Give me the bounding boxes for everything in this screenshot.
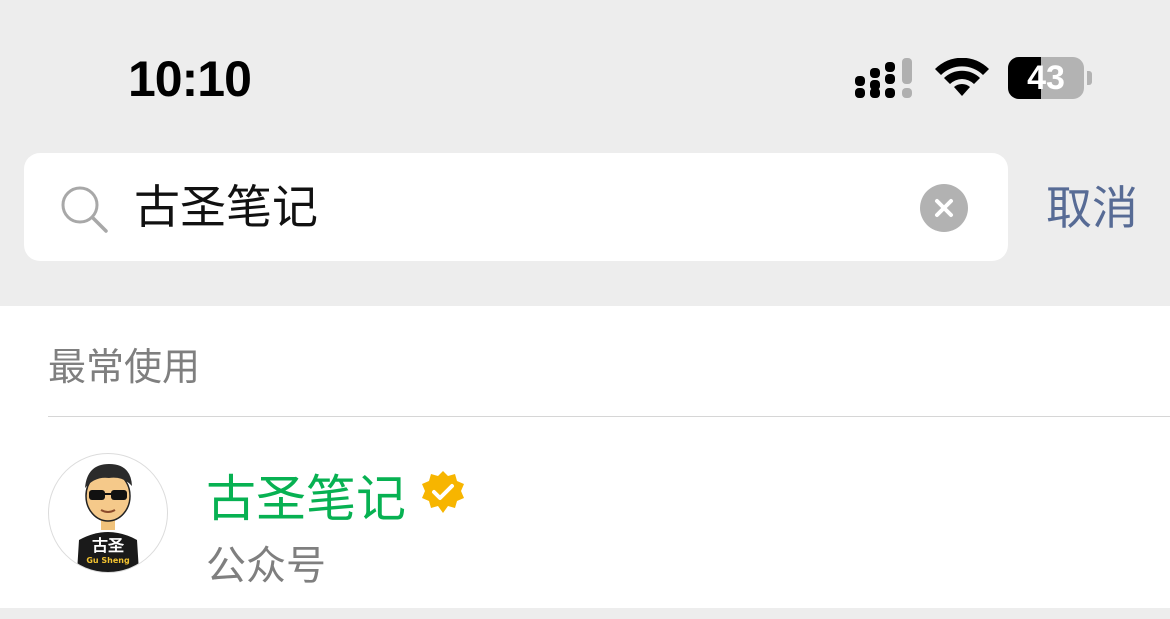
wifi-icon xyxy=(935,58,989,96)
clear-icon xyxy=(935,199,953,217)
cancel-button[interactable]: 取消 xyxy=(1046,178,1138,238)
status-bar: 10:10 43 xyxy=(0,0,1170,150)
avatar: 古圣 Gu Sheng xyxy=(48,453,168,573)
status-time: 10:10 xyxy=(128,51,252,107)
battery-level: 43 xyxy=(1027,59,1065,97)
search-input[interactable]: 古圣笔记 xyxy=(134,175,318,239)
cellular-signal-icon xyxy=(855,58,912,98)
clear-search-button[interactable] xyxy=(920,184,968,232)
search-bar[interactable]: 古圣笔记 xyxy=(24,153,1008,261)
section-title: 最常使用 xyxy=(48,345,201,389)
avatar-logo-text: 古圣 xyxy=(92,536,125,555)
result-title[interactable]: 古圣笔记 xyxy=(206,459,406,531)
avatar-image: 古圣 Gu Sheng xyxy=(77,464,139,572)
verified-badge-icon xyxy=(422,471,464,513)
result-subtitle: 公众号 xyxy=(206,543,326,589)
result-item[interactable]: 古圣 Gu Sheng 古圣笔记 公众号 xyxy=(0,417,1170,608)
avatar-logo-subtext: Gu Sheng xyxy=(86,556,130,565)
search-results: 最常使用 古圣 Gu Sheng 古圣笔记 公众号 xyxy=(0,306,1170,608)
battery-icon: 43 xyxy=(1008,57,1094,99)
search-icon xyxy=(61,186,108,233)
